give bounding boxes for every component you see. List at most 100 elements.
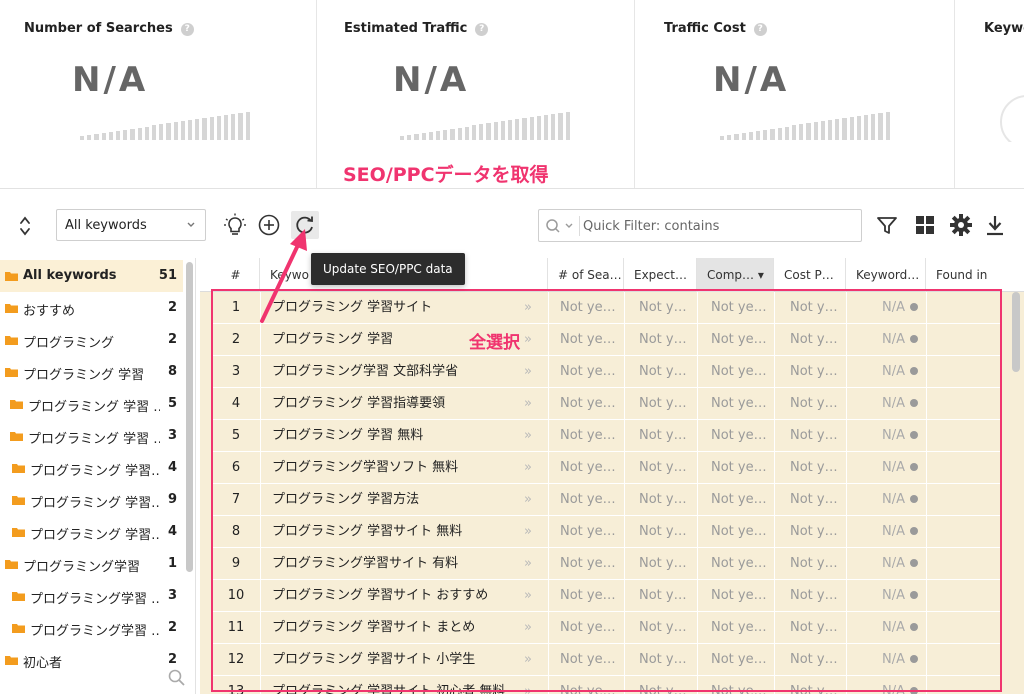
- sidebar-item[interactable]: プログラミング学習 1: [0, 548, 183, 580]
- expand-arrow-icon[interactable]: »: [524, 292, 544, 324]
- spark-bar: [871, 114, 876, 140]
- gear-icon[interactable]: [949, 213, 973, 237]
- help-icon[interactable]: ?: [753, 23, 767, 36]
- expand-arrow-icon[interactable]: »: [524, 484, 544, 516]
- metric-title: Keywo: [984, 21, 1024, 36]
- expand-arrow-icon[interactable]: »: [524, 676, 544, 694]
- expand-arrow-icon[interactable]: »: [524, 324, 544, 356]
- expected-visits-cell: Not y…: [639, 684, 687, 694]
- table-row[interactable]: 13 プログラミング 学習サイト 初心者 無料 » Not ye… Not y… Not …: [212, 676, 1000, 694]
- spark-bar: [777, 128, 782, 140]
- spark-bar: [180, 121, 186, 140]
- spark-bar: [720, 136, 725, 140]
- searches-cell: Not ye…: [560, 332, 616, 347]
- sidebar-scrollbar[interactable]: [186, 262, 193, 572]
- column-header-cost-per-click[interactable]: Cost P…: [774, 258, 846, 292]
- spark-bar: [842, 118, 847, 140]
- spark-bar: [486, 123, 491, 140]
- column-header-found-in[interactable]: Found in: [926, 258, 1024, 292]
- sidebar-item[interactable]: 初心者 2: [0, 644, 183, 676]
- spark-bar: [479, 124, 484, 140]
- expand-arrow-icon[interactable]: »: [524, 388, 544, 420]
- column-header-number[interactable]: #: [212, 258, 260, 292]
- spark-bar: [748, 132, 754, 140]
- folder-icon: [10, 432, 23, 441]
- table-row[interactable]: 4 プログラミング 学習指導要領 » Not ye… Not y… Not ye… Not …: [212, 388, 1000, 420]
- expected-visits-cell: Not y…: [639, 332, 687, 347]
- sidebar-item[interactable]: プログラミング学習 … 3: [0, 580, 183, 612]
- table-row[interactable]: 10 プログラミング 学習サイト おすすめ » Not ye… Not y… Not ye…: [212, 580, 1000, 612]
- expand-arrow-icon[interactable]: »: [524, 452, 544, 484]
- metric-value: N/A: [713, 60, 790, 100]
- table-row[interactable]: 5 プログラミング 学習 無料 » Not ye… Not y… Not ye… Not y…: [212, 420, 1000, 452]
- sidebar-item-label: プログラミング 学習: [23, 368, 145, 383]
- searches-cell: Not ye…: [560, 652, 616, 667]
- lightbulb-icon[interactable]: [223, 213, 247, 237]
- keywords-table: # Keywo # of Sea… Expect… Comp… ▾ Cost P…: [200, 258, 1024, 694]
- sidebar-item[interactable]: プログラミング 学習 8: [0, 356, 183, 388]
- add-circle-icon[interactable]: [257, 213, 281, 237]
- metric-value: N/A: [72, 60, 149, 100]
- table-row[interactable]: 12 プログラミング 学習サイト 小学生 » Not ye… Not y… Not ye……: [212, 644, 1000, 676]
- sidebar-item[interactable]: おすすめ 2: [0, 292, 183, 324]
- cost-per-click-cell: Not y…: [790, 524, 838, 539]
- expected-visits-cell: Not y…: [639, 396, 687, 411]
- kei-cell: N/A: [882, 428, 905, 443]
- sidebar-item[interactable]: プログラミング 学習 … 3: [0, 420, 183, 452]
- sidebar-item[interactable]: プログラミング 学習… 9: [0, 484, 183, 516]
- sidebar-item[interactable]: プログラミング 2: [0, 324, 183, 356]
- sidebar-item[interactable]: プログラミング 学習… 4: [0, 452, 183, 484]
- expand-arrow-icon[interactable]: »: [524, 516, 544, 548]
- table-row[interactable]: 1 プログラミング 学習サイト » Not ye… Not y… Not ye… Not y…: [212, 292, 1000, 324]
- sidebar-item[interactable]: プログラミング 学習 … 5: [0, 388, 183, 420]
- filter-icon[interactable]: [875, 213, 899, 237]
- table-scrollbar[interactable]: [1012, 292, 1020, 372]
- table-row[interactable]: 8 プログラミング 学習サイト 無料 » Not ye… Not y… Not ye… No…: [212, 516, 1000, 548]
- spark-bar: [457, 128, 462, 140]
- kei-cell: N/A: [882, 396, 905, 411]
- spark-bar: [238, 113, 243, 140]
- expected-visits-cell: Not y…: [639, 460, 687, 475]
- sidebar-item[interactable]: All keywords 51: [0, 260, 183, 292]
- toolbar: All keywords: [0, 188, 1024, 258]
- table-row[interactable]: 7 プログラミング 学習方法 » Not ye… Not y… Not ye… Not y……: [212, 484, 1000, 516]
- help-icon[interactable]: ?: [180, 23, 194, 36]
- expand-arrow-icon[interactable]: »: [524, 420, 544, 452]
- table-row[interactable]: 9 プログラミング学習サイト 有料 » Not ye… Not y… Not ye… Not…: [212, 548, 1000, 580]
- metric-spark-bars: [80, 96, 250, 140]
- sidebar-item-count: 3: [167, 588, 177, 603]
- expand-arrow-icon[interactable]: »: [524, 356, 544, 388]
- search-icon[interactable]: [168, 669, 186, 687]
- filter-separator: [579, 216, 580, 236]
- quick-filter-input[interactable]: [583, 215, 853, 237]
- column-header-kei[interactable]: Keyword…: [846, 258, 926, 292]
- table-row[interactable]: 3 プログラミング学習 文部科学省 » Not ye… Not y… Not ye… Not…: [212, 356, 1000, 388]
- column-header-searches[interactable]: # of Sea…: [548, 258, 624, 292]
- column-header-competition[interactable]: Comp… ▾: [697, 258, 774, 292]
- spark-bar: [436, 131, 441, 140]
- sidebar-item[interactable]: プログラミング 学習… 4: [0, 516, 183, 548]
- update-seo-ppc-button[interactable]: [291, 211, 319, 239]
- table-row[interactable]: 2 プログラミング 学習» Not ye… Not y… Not ye… Not y… N/…: [212, 324, 1000, 356]
- row-number: 7: [231, 492, 241, 507]
- searches-cell: Not ye…: [560, 300, 616, 315]
- expand-arrow-icon[interactable]: »: [524, 612, 544, 644]
- table-row[interactable]: 6 プログラミング学習ソフト 無料 » Not ye… Not y… Not ye… Not…: [212, 452, 1000, 484]
- download-icon[interactable]: [983, 213, 1007, 237]
- expand-collapse-icon[interactable]: [18, 215, 32, 237]
- sidebar-item[interactable]: プログラミング学習 … 2: [0, 612, 183, 644]
- help-icon[interactable]: ?: [475, 23, 489, 36]
- expand-arrow-icon[interactable]: »: [524, 644, 544, 676]
- expand-arrow-icon[interactable]: »: [524, 548, 544, 580]
- row-number: 5: [231, 428, 241, 443]
- grid-view-icon[interactable]: [913, 213, 937, 237]
- search-icon[interactable]: [545, 217, 579, 235]
- column-header-expected-visits[interactable]: Expect…: [624, 258, 697, 292]
- expand-arrow-icon[interactable]: »: [524, 580, 544, 612]
- keyword-group-select[interactable]: All keywords: [56, 209, 206, 241]
- status-dot-icon: [910, 495, 918, 503]
- spark-bar: [421, 133, 426, 140]
- keyword-cell: プログラミング 学習方法: [272, 492, 420, 507]
- table-row[interactable]: 11 プログラミング 学習サイト まとめ » Not ye… Not y… Not ye……: [212, 612, 1000, 644]
- sidebar-item-label: プログラミング 学習…: [30, 496, 160, 511]
